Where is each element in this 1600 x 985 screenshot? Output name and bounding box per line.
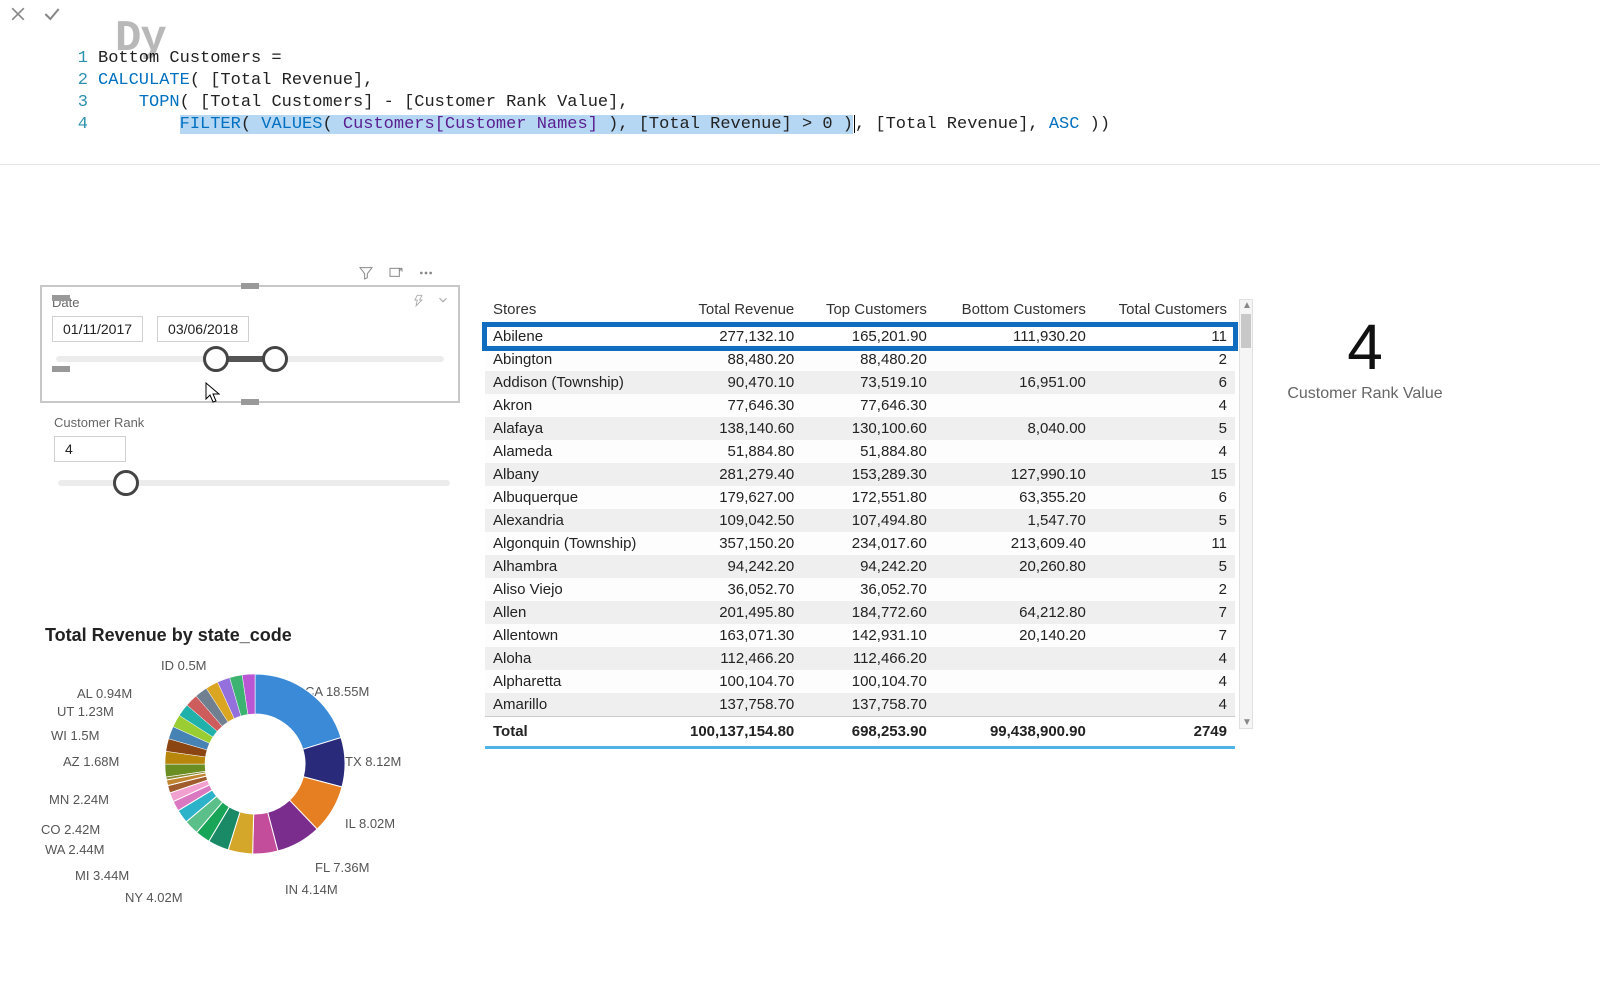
cancel-formula-icon[interactable] xyxy=(8,4,28,27)
slicer-dropdown-icon[interactable] xyxy=(436,293,450,310)
formula-editor[interactable]: Dy 1Bottom Customers = 2CALCULATE( [Tota… xyxy=(70,2,1110,162)
card-value: 4 xyxy=(1275,315,1455,379)
donut-chart[interactable]: Total Revenue by state_code CA 18.55MTX … xyxy=(45,625,475,954)
donut-label: WI 1.5M xyxy=(51,728,99,743)
table-row[interactable]: Allen201,495.80184,772.6064,212.807 xyxy=(485,601,1235,624)
table-row[interactable]: Allentown163,071.30142,931.1020,140.207 xyxy=(485,624,1235,647)
more-options-icon[interactable] xyxy=(418,265,434,284)
donut-chart-title: Total Revenue by state_code xyxy=(45,625,475,646)
table-total-cell: Total xyxy=(485,717,666,748)
table-header[interactable]: Bottom Customers xyxy=(935,295,1094,325)
rank-value-input[interactable]: 4 xyxy=(54,436,126,462)
table-total-cell: 99,438,900.90 xyxy=(935,717,1094,748)
table-row[interactable]: Alafaya138,140.60130,100.608,040.005 xyxy=(485,417,1235,440)
donut-label: MN 2.24M xyxy=(49,792,109,807)
rank-slider-track[interactable] xyxy=(58,480,450,486)
card-label: Customer Rank Value xyxy=(1275,385,1455,403)
date-slider-handle-end[interactable] xyxy=(262,346,288,372)
donut-label: WA 2.44M xyxy=(45,842,104,857)
formula-bar: Dy 1Bottom Customers = 2CALCULATE( [Tota… xyxy=(0,0,1600,165)
scrollbar-thumb[interactable] xyxy=(1241,314,1251,348)
stores-table[interactable]: StoresTotal RevenueTop CustomersBottom C… xyxy=(485,295,1235,749)
table-row[interactable]: Albany281,279.40153,289.30127,990.1015 xyxy=(485,463,1235,486)
rank-slider-handle[interactable] xyxy=(113,470,139,496)
date-slicer[interactable]: Date 01/11/2017 03/06/2018 xyxy=(40,285,460,403)
date-slider-handle-start[interactable] xyxy=(203,346,229,372)
date-slider-track[interactable] xyxy=(56,356,444,362)
table-total-cell: 100,137,154.80 xyxy=(666,717,802,748)
donut-label: CO 2.42M xyxy=(41,822,100,837)
donut-label: UT 1.23M xyxy=(57,704,114,719)
table-header[interactable]: Total Revenue xyxy=(666,295,802,325)
donut-slice[interactable] xyxy=(255,674,341,749)
table-row[interactable]: Alameda51,884.8051,884.804 xyxy=(485,440,1235,463)
table-row[interactable]: Aliso Viejo36,052.7036,052.702 xyxy=(485,578,1235,601)
date-end-input[interactable]: 03/06/2018 xyxy=(157,316,249,342)
table-row[interactable]: Algonquin (Township)357,150.20234,017.60… xyxy=(485,532,1235,555)
commit-formula-icon[interactable] xyxy=(42,4,62,27)
table-row[interactable]: Alhambra94,242.2094,242.2020,260.805 xyxy=(485,555,1235,578)
customer-rank-card[interactable]: 4 Customer Rank Value xyxy=(1275,315,1455,403)
table-header[interactable]: Stores xyxy=(485,295,666,325)
date-start-input[interactable]: 01/11/2017 xyxy=(52,316,143,342)
watermark: Dy xyxy=(115,28,166,50)
table-row[interactable]: Amarillo137,758.70137,758.704 xyxy=(485,693,1235,717)
donut-label: IN 4.14M xyxy=(285,882,338,897)
resize-handle-n[interactable] xyxy=(241,283,259,289)
table-row[interactable]: Abington88,480.2088,480.202 xyxy=(485,348,1235,371)
table-total-cell: 2749 xyxy=(1094,717,1235,748)
table-row[interactable]: Aloha112,466.20112,466.204 xyxy=(485,647,1235,670)
table-row[interactable]: Alexandria109,042.50107,494.801,547.705 xyxy=(485,509,1235,532)
rank-slicer-title: Customer Rank xyxy=(54,415,454,430)
table-row[interactable]: Abilene277,132.10165,201.90111,930.2011 xyxy=(485,325,1235,349)
table-row[interactable]: Akron77,646.3077,646.304 xyxy=(485,394,1235,417)
donut-label: AL 0.94M xyxy=(77,686,132,701)
table-row[interactable]: Albuquerque179,627.00172,551.8063,355.20… xyxy=(485,486,1235,509)
table-header[interactable]: Total Customers xyxy=(1094,295,1235,325)
donut-label: MI 3.44M xyxy=(75,868,129,883)
filter-icon[interactable] xyxy=(358,265,374,284)
date-slicer-title: Date xyxy=(52,295,448,310)
donut-label: AZ 1.68M xyxy=(63,754,119,769)
donut-label: NY 4.02M xyxy=(125,890,183,905)
table-row[interactable]: Alpharetta100,104.70100,104.704 xyxy=(485,670,1235,693)
clear-selections-icon[interactable] xyxy=(412,293,426,310)
resize-handle-s[interactable] xyxy=(241,399,259,405)
focus-mode-icon[interactable] xyxy=(388,265,404,284)
table-total-cell: 698,253.90 xyxy=(802,717,935,748)
table-header[interactable]: Top Customers xyxy=(802,295,935,325)
table-scrollbar[interactable]: ▲ ▼ xyxy=(1239,299,1253,729)
table-row[interactable]: Addison (Township)90,470.1073,519.1016,9… xyxy=(485,371,1235,394)
customer-rank-slicer[interactable]: Customer Rank 4 xyxy=(44,409,464,496)
